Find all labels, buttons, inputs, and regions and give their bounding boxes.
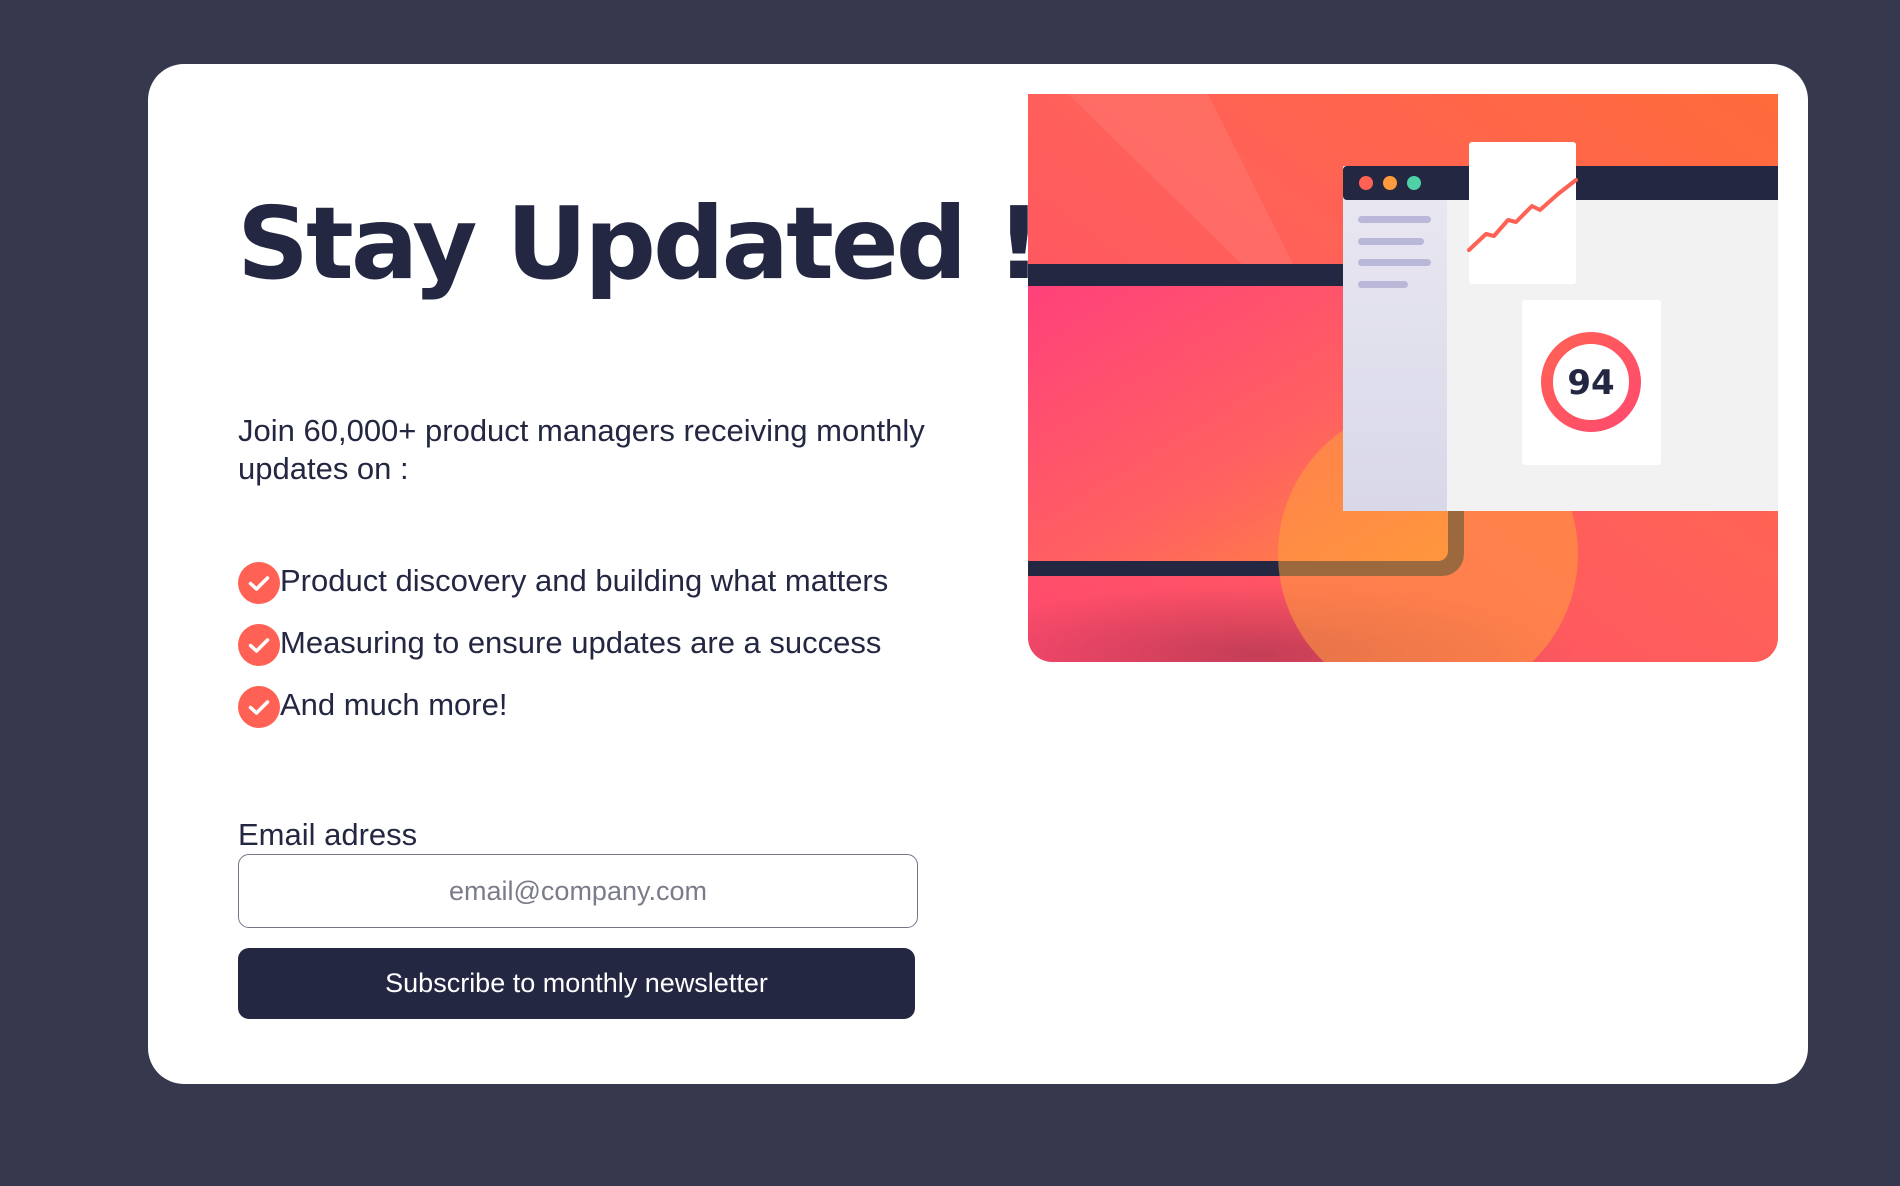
feature-item: Product discovery and building what matt… xyxy=(238,550,888,612)
newsletter-card: Stay Updated ! Join 60,000+ product mana… xyxy=(148,64,1808,1084)
feature-list: Product discovery and building what matt… xyxy=(238,550,888,736)
email-field[interactable] xyxy=(238,854,918,928)
feature-text: And much more! xyxy=(280,687,508,722)
check-circle-icon xyxy=(238,624,280,666)
feature-text: Measuring to ensure updates are a succes… xyxy=(280,625,882,660)
feature-item: And much more! xyxy=(238,674,888,736)
hero-illustration: 94 xyxy=(1028,94,1778,662)
page-title: Stay Updated ! xyxy=(237,185,1042,302)
score-value: 94 xyxy=(1567,363,1614,403)
check-circle-icon xyxy=(238,562,280,604)
intro-text: Join 60,000+ product managers receiving … xyxy=(238,413,925,486)
email-label: Email adress xyxy=(238,817,418,852)
subscribe-button[interactable]: Subscribe to monthly newsletter xyxy=(238,948,915,1019)
check-circle-icon xyxy=(238,686,280,728)
feature-text: Product discovery and building what matt… xyxy=(280,563,889,598)
feature-item: Measuring to ensure updates are a succes… xyxy=(238,612,888,674)
